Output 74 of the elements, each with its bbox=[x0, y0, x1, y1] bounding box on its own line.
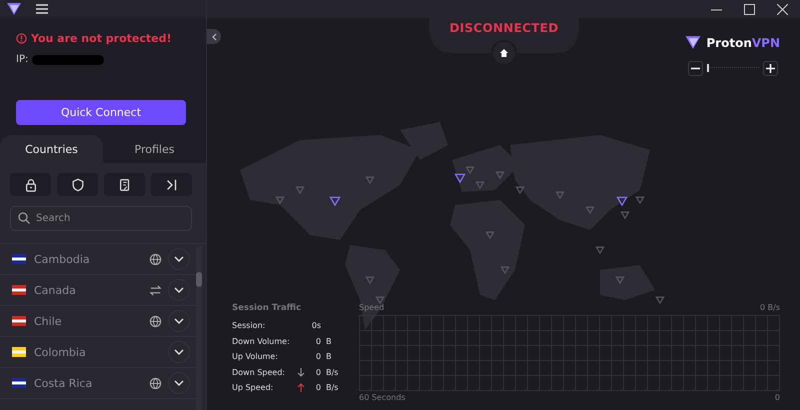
flag-icon bbox=[12, 316, 26, 326]
country-name: Cambodia bbox=[34, 252, 91, 266]
filter-button[interactable] bbox=[104, 173, 145, 196]
stat-value: 0 bbox=[314, 368, 321, 377]
chevron-left-icon bbox=[212, 32, 216, 40]
globe-icon bbox=[149, 376, 162, 390]
expand-button[interactable] bbox=[168, 248, 190, 270]
home-button[interactable] bbox=[491, 40, 517, 66]
flag-icon bbox=[12, 347, 26, 357]
graph-max-label: 0 B/s bbox=[760, 303, 780, 314]
stat-value: 0 bbox=[314, 383, 321, 392]
zoom-out-button[interactable] bbox=[688, 61, 703, 76]
flag-icon bbox=[12, 378, 26, 388]
stat-unit: B/s bbox=[325, 383, 339, 392]
graph-title: Speed bbox=[359, 303, 384, 314]
filter-button[interactable] bbox=[151, 173, 192, 196]
expand-button[interactable] bbox=[168, 310, 190, 332]
logo-text: ProtonVPN bbox=[706, 36, 780, 50]
skip-icon bbox=[164, 178, 178, 192]
stat-unit: B bbox=[325, 352, 332, 362]
plus-icon bbox=[766, 64, 775, 73]
arrow-up-icon bbox=[297, 383, 305, 392]
stat-label: Session: bbox=[232, 321, 266, 330]
warning-icon bbox=[16, 33, 27, 44]
stat-label: Up Volume: bbox=[232, 352, 279, 362]
collapse-button[interactable] bbox=[207, 29, 221, 44]
shield-icon bbox=[70, 178, 84, 192]
tab[interactable]: Countries bbox=[0, 135, 103, 163]
stat-unit: B/s bbox=[325, 368, 339, 377]
stat-value: 0s bbox=[310, 321, 321, 330]
arrow-down-icon bbox=[297, 368, 305, 377]
swap-arrows-icon bbox=[149, 284, 162, 296]
filter-button[interactable] bbox=[57, 173, 98, 196]
country-name: Colombia bbox=[34, 346, 87, 358]
connection-status: DISCONNECTED bbox=[449, 21, 559, 37]
flag-icon bbox=[12, 254, 26, 264]
chevron-down-icon bbox=[174, 287, 184, 293]
expand-button[interactable] bbox=[168, 341, 190, 363]
home-icon bbox=[499, 48, 509, 58]
country-name: Canada bbox=[34, 284, 77, 296]
lock-icon bbox=[24, 178, 38, 192]
warning-text: You are not protected! bbox=[31, 32, 172, 45]
stat-label: Down Speed: bbox=[232, 368, 286, 377]
logo-icon bbox=[6, 2, 22, 16]
graph-origin-label: 0 bbox=[774, 393, 780, 402]
stat-value: 0 bbox=[314, 352, 321, 362]
chevron-down-icon bbox=[174, 318, 184, 324]
country-name: Costa Rica bbox=[34, 376, 94, 390]
flag-icon bbox=[12, 285, 26, 295]
close-icon[interactable] bbox=[777, 4, 788, 14]
ip-label: IP: bbox=[16, 54, 28, 65]
menu-icon[interactable] bbox=[36, 4, 48, 14]
search-field[interactable]: Search bbox=[10, 206, 192, 231]
stat-value: 0 bbox=[314, 336, 321, 346]
chevron-down-icon bbox=[174, 256, 184, 262]
search-icon bbox=[18, 212, 30, 224]
globe-icon bbox=[149, 314, 162, 328]
stat-label: Down Volume: bbox=[232, 336, 291, 346]
chevron-down-icon bbox=[174, 380, 184, 386]
chevron-down-icon bbox=[174, 349, 184, 355]
maximize-icon[interactable] bbox=[744, 4, 755, 14]
stat-unit: B bbox=[325, 336, 332, 346]
country-name: Chile bbox=[34, 314, 63, 328]
zoom-slider[interactable] bbox=[707, 67, 759, 70]
expand-button[interactable] bbox=[168, 372, 190, 394]
expand-button[interactable] bbox=[168, 279, 190, 301]
section-title: Session Traffic bbox=[232, 303, 302, 313]
logo-icon bbox=[684, 35, 702, 50]
quick-connect-button[interactable]: Quick Connect bbox=[16, 100, 186, 125]
filter-button[interactable] bbox=[10, 173, 51, 196]
graph-time-label: 60 Seconds bbox=[359, 393, 406, 402]
zoom-in-button[interactable] bbox=[763, 61, 778, 76]
globe-icon bbox=[149, 252, 162, 266]
stat-label: Up Speed: bbox=[232, 383, 274, 392]
